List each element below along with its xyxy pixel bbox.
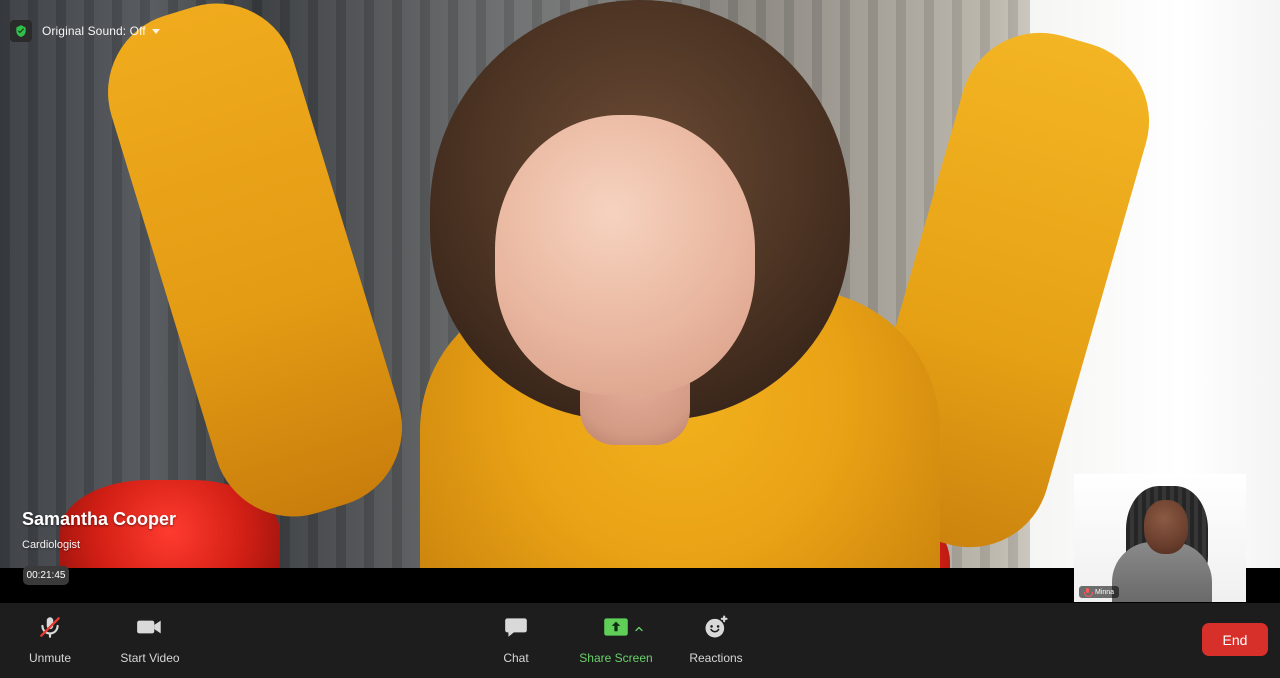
self-view-name: Minna bbox=[1095, 588, 1115, 596]
call-timer: 00:21:45 bbox=[23, 566, 69, 585]
caret-up-icon[interactable] bbox=[630, 620, 648, 638]
participant-name: Samantha Cooper bbox=[22, 509, 177, 529]
video-call-window: Original Sound: Off Samantha Cooper Card… bbox=[0, 0, 1280, 678]
start-video-label: Start Video bbox=[120, 651, 180, 665]
end-call-label: End bbox=[1222, 631, 1248, 648]
shield-icon bbox=[10, 20, 32, 42]
reactions-button[interactable]: Reactions bbox=[671, 611, 761, 671]
chevron-down-icon bbox=[151, 29, 160, 34]
main-participant-video bbox=[88, 0, 1168, 568]
unmute-button[interactable]: Unmute bbox=[5, 611, 95, 671]
self-view-name-tag: Minna bbox=[1079, 586, 1120, 598]
person-face bbox=[495, 115, 755, 395]
end-call-button[interactable]: End bbox=[1202, 623, 1268, 656]
participant-role: Cardiologist bbox=[22, 539, 81, 551]
chat-button[interactable]: Chat bbox=[471, 611, 561, 671]
reactions-label: Reactions bbox=[689, 651, 743, 665]
chat-label: Chat bbox=[503, 651, 529, 665]
call-controls-bar: Unmute Start Video Chat Share Screen Rea… bbox=[0, 603, 1280, 678]
share-screen-label: Share Screen bbox=[579, 651, 653, 665]
unmute-label: Unmute bbox=[28, 651, 72, 665]
self-view-face bbox=[1144, 500, 1188, 554]
mic-muted-icon bbox=[1084, 588, 1093, 597]
video-icon bbox=[133, 611, 167, 643]
original-sound-toggle[interactable]: Original Sound: Off bbox=[42, 24, 160, 38]
reactions-icon bbox=[699, 611, 733, 643]
original-sound-label: Original Sound: Off bbox=[42, 24, 146, 38]
self-view-tile[interactable]: Minna bbox=[1074, 474, 1246, 602]
chat-icon bbox=[499, 611, 533, 643]
start-video-button[interactable]: Start Video bbox=[105, 611, 195, 671]
share-screen-icon bbox=[599, 611, 633, 643]
mic-muted-icon bbox=[33, 611, 67, 643]
call-top-overlay: Original Sound: Off bbox=[10, 20, 160, 42]
